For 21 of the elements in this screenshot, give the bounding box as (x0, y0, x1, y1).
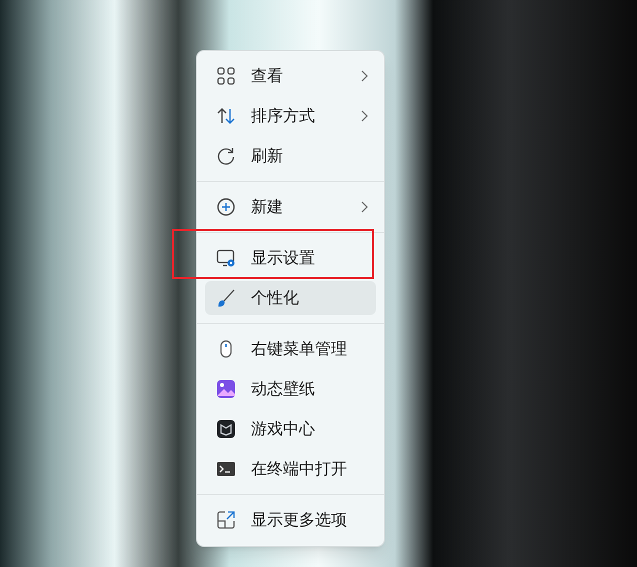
menu-item[interactable]: 游戏中心 (205, 412, 376, 446)
menu-item[interactable]: 排序方式 (205, 99, 376, 133)
menu-item[interactable]: 查看 (205, 59, 376, 93)
refresh-icon (216, 146, 236, 166)
wallpaper-app-icon (216, 379, 236, 399)
game-app-icon (216, 419, 236, 439)
terminal-icon (216, 459, 236, 479)
menu-item[interactable]: 动态壁纸 (205, 372, 376, 406)
plus-circle-icon (216, 197, 236, 217)
menu-item[interactable]: 刷新 (205, 139, 376, 173)
menu-item[interactable]: 显示更多选项 (205, 503, 376, 537)
external-window-icon (216, 510, 236, 530)
menu-item[interactable]: 显示设置 (205, 241, 376, 275)
menu-item[interactable]: 个性化 (205, 281, 376, 315)
grid-icon (216, 66, 236, 86)
sort-arrows-icon (216, 106, 236, 126)
monitor-gear-icon (216, 248, 236, 268)
menu-item[interactable]: 在终端中打开 (205, 452, 376, 486)
brush-icon (216, 288, 236, 308)
menu-item[interactable]: 右键菜单管理 (205, 332, 376, 366)
menu-item[interactable]: 新建 (205, 190, 376, 224)
